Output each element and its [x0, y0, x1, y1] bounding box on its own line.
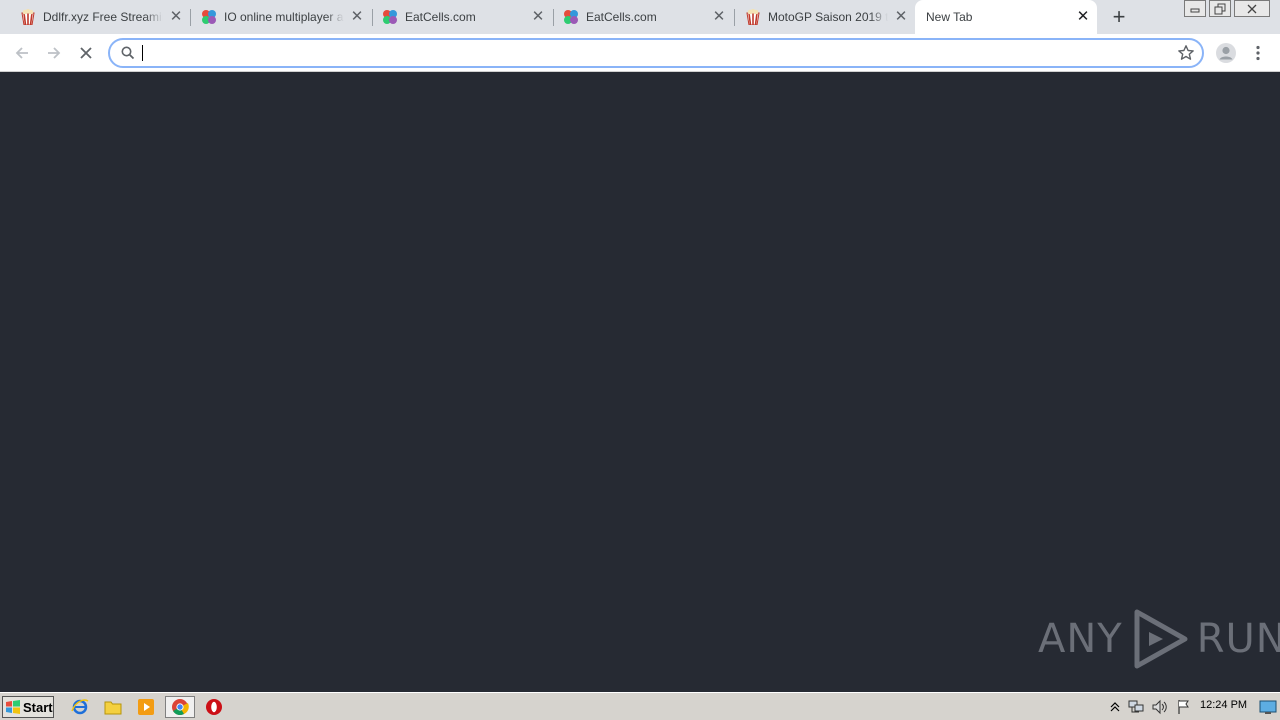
stop-icon — [80, 47, 92, 59]
show-desktop-button[interactable] — [1258, 697, 1278, 717]
minimize-button[interactable] — [1184, 0, 1206, 17]
close-icon[interactable]: ✕ — [893, 9, 909, 25]
tab-title: EatCells.com — [586, 10, 657, 24]
chrome-taskbar-button[interactable] — [165, 696, 195, 718]
stop-loading-button[interactable] — [74, 41, 98, 65]
eatcells-icon — [201, 9, 217, 25]
back-arrow-icon — [15, 47, 28, 59]
action-center-flag-icon[interactable] — [1175, 697, 1193, 717]
profile-button[interactable] — [1214, 41, 1238, 65]
volume-tray-icon[interactable] — [1151, 697, 1169, 717]
browser-toolbar — [0, 34, 1280, 72]
new-tab-button[interactable]: + — [1108, 6, 1130, 28]
address-input[interactable] — [142, 43, 1142, 63]
tab-eatcells-2[interactable]: EatCells.com ✕ — [543, 0, 733, 34]
close-window-button[interactable] — [1234, 0, 1270, 17]
watermark-text-left: ANY — [1038, 616, 1123, 662]
opera-icon[interactable] — [204, 697, 224, 717]
start-label: Start — [23, 699, 53, 715]
desktop-icon — [1259, 700, 1277, 714]
tab-eatcells-1[interactable]: EatCells.com ✕ — [362, 0, 552, 34]
tab-ddlfr[interactable]: Ddlfr.xyz Free Streaming ✕ — [0, 0, 190, 34]
start-button[interactable]: Start — [2, 696, 54, 718]
play-logo-icon — [1134, 609, 1188, 669]
restore-icon — [1214, 3, 1226, 14]
tab-motogp[interactable]: MotoGP Saison 2019 télécharger ✕ — [725, 0, 915, 34]
tab-new-tab[interactable]: New Tab ✕ — [915, 0, 1097, 34]
tab-title: IO online multiplayer action — [224, 10, 344, 24]
text-caret — [142, 45, 143, 61]
windows-logo-icon — [6, 700, 20, 714]
kebab-menu-icon — [1256, 45, 1260, 61]
search-icon — [120, 45, 136, 66]
folder-icon[interactable] — [103, 697, 123, 717]
show-hidden-icons-button[interactable] — [1108, 697, 1122, 717]
forward-arrow-icon — [48, 47, 61, 59]
network-tray-icon[interactable] — [1127, 697, 1145, 717]
eatcells-icon — [563, 9, 579, 25]
watermark-text-right: RUN — [1196, 616, 1280, 662]
close-window-icon — [1247, 4, 1257, 13]
tab-title: New Tab — [926, 10, 973, 24]
tab-title: MotoGP Saison 2019 télécharger — [768, 10, 888, 24]
restore-button[interactable] — [1209, 0, 1231, 17]
menu-button[interactable] — [1246, 41, 1270, 65]
media-player-icon[interactable] — [136, 697, 156, 717]
avatar-icon — [1216, 43, 1236, 63]
close-icon[interactable]: ✕ — [1075, 9, 1091, 25]
eatcells-icon — [382, 9, 398, 25]
bookmark-star-icon[interactable] — [1177, 44, 1195, 67]
forward-button[interactable] — [42, 41, 66, 65]
tab-io-online[interactable]: IO online multiplayer action ✕ — [181, 0, 371, 34]
address-bar[interactable] — [108, 38, 1204, 68]
back-button[interactable] — [10, 41, 34, 65]
system-clock[interactable]: 12:24 PM — [1200, 699, 1247, 711]
tab-strip: Ddlfr.xyz Free Streaming ✕ IO online mul… — [0, 0, 1280, 34]
popcorn-icon — [20, 9, 36, 25]
chevron-up-icon — [1110, 702, 1120, 712]
tab-title: EatCells.com — [405, 10, 476, 24]
anyrun-watermark: ANY RUN — [1038, 608, 1280, 670]
minimize-icon — [1190, 8, 1200, 12]
page-content — [0, 72, 1280, 692]
chrome-icon — [172, 699, 189, 716]
taskbar: Start 12:24 PM — [0, 692, 1280, 720]
ie-icon[interactable] — [70, 697, 90, 717]
popcorn-icon — [745, 9, 761, 25]
tab-title: Ddlfr.xyz Free Streaming — [43, 10, 163, 24]
